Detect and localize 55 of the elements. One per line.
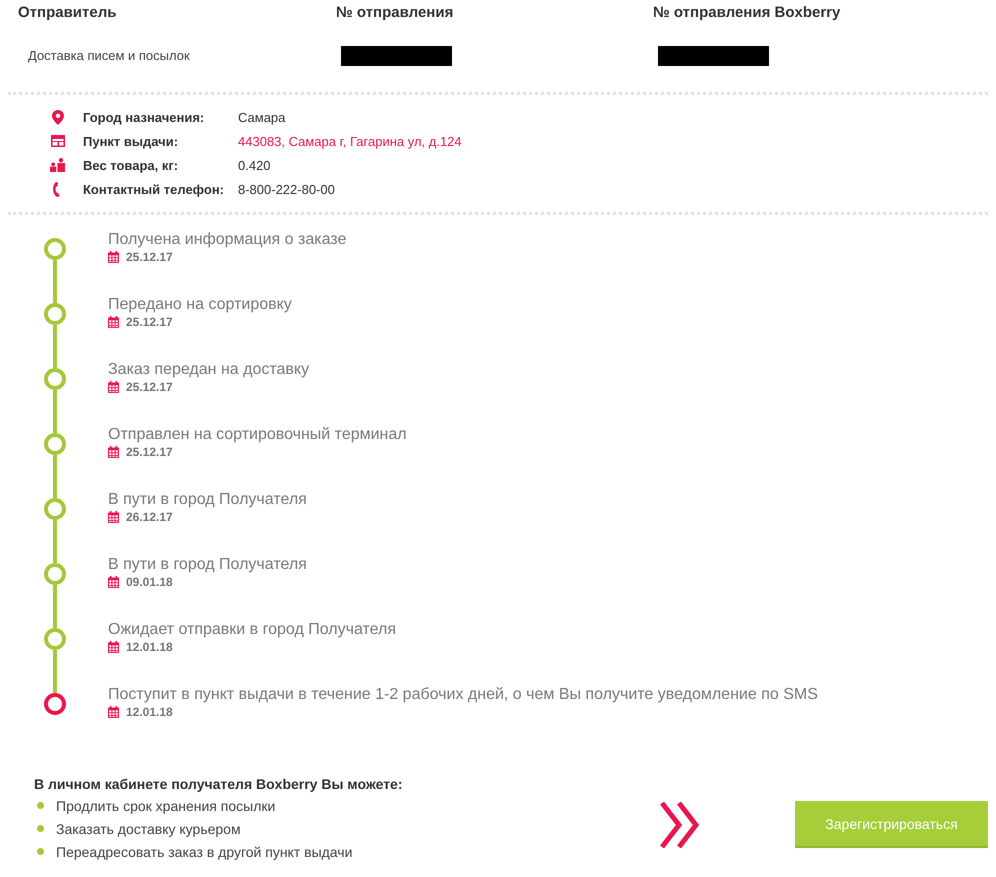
offer-heading: В личном кабинете получателя Boxberry Вы можете: [34,775,404,794]
column-heading: Отправитель [18,3,116,23]
phone-icon [53,182,62,196]
event-title: В пути в город Получателя [108,556,307,574]
timeline-connector [53,520,57,563]
event-title: Ожидает отправки в город Получателя [108,621,396,639]
event-title: Передано на сортировку [108,296,292,314]
calendar-icon [108,381,119,393]
event-date: 12.01.18 [126,639,173,655]
event-date: 26.12.17 [126,509,173,525]
event-title: Отправлен на сортировочный терминал [108,426,407,444]
pickup-point-link[interactable]: 443083, Самара г, Гагарина ул, д.124 [238,134,462,148]
calendar-icon [108,446,119,458]
people-icon [50,158,65,172]
calendar-icon [108,316,119,328]
event-date: 25.12.17 [126,444,173,460]
timeline-connector [53,455,57,498]
calendar-icon [108,251,119,263]
column-heading: № отправления [336,3,454,23]
offer-item: Продлить срок хранения посылки [56,798,276,814]
event-title: Заказ передан на доставку [108,361,310,379]
bullet-dot-icon [37,802,44,809]
calendar-icon [108,576,119,588]
detail-label: Пункт выдачи: [83,134,180,148]
detail-value: Самара [238,110,286,124]
timeline-connector [53,585,57,628]
event-date: 12.01.18 [126,704,173,720]
event-date: 25.12.17 [126,249,173,265]
double-chevron-icon [660,802,700,848]
detail-label: Контактный телефон: [83,182,225,196]
detail-value: 0.420 [238,158,271,172]
event-date: 25.12.17 [126,379,173,395]
timeline-connector [53,325,57,368]
timeline-connector [53,390,57,433]
event-title: В пути в город Получателя [108,491,307,509]
offer-item: Переадресовать заказ в другой пункт выдачи [56,844,352,860]
offer-item: Заказать доставку курьером [56,820,241,836]
timeline-connector [53,650,57,693]
calendar-icon [108,706,119,718]
event-date: 09.01.18 [126,574,173,590]
column-value: Доставка писем и посылок [28,47,190,65]
location-pin-icon [52,110,64,124]
storefront-icon [50,135,64,147]
event-title: Поступит в пункт выдачи в течение 1-2 рабочих дней, о чем Вы получите уведомление по SMS [108,686,818,704]
event-title: Получена информация о заказе [108,231,346,249]
bullet-dot-icon [37,848,44,855]
detail-label: Город назначения: [83,110,206,124]
timeline-connector [53,260,57,303]
calendar-icon [108,641,119,653]
calendar-icon [108,511,119,523]
detail-value: 8-800-222-80-00 [238,182,335,196]
detail-label: Вес товара, кг: [83,158,180,172]
column-heading: № отправления Boxberry [653,3,840,23]
event-date: 25.12.17 [126,314,173,330]
bullet-dot-icon [37,825,44,832]
